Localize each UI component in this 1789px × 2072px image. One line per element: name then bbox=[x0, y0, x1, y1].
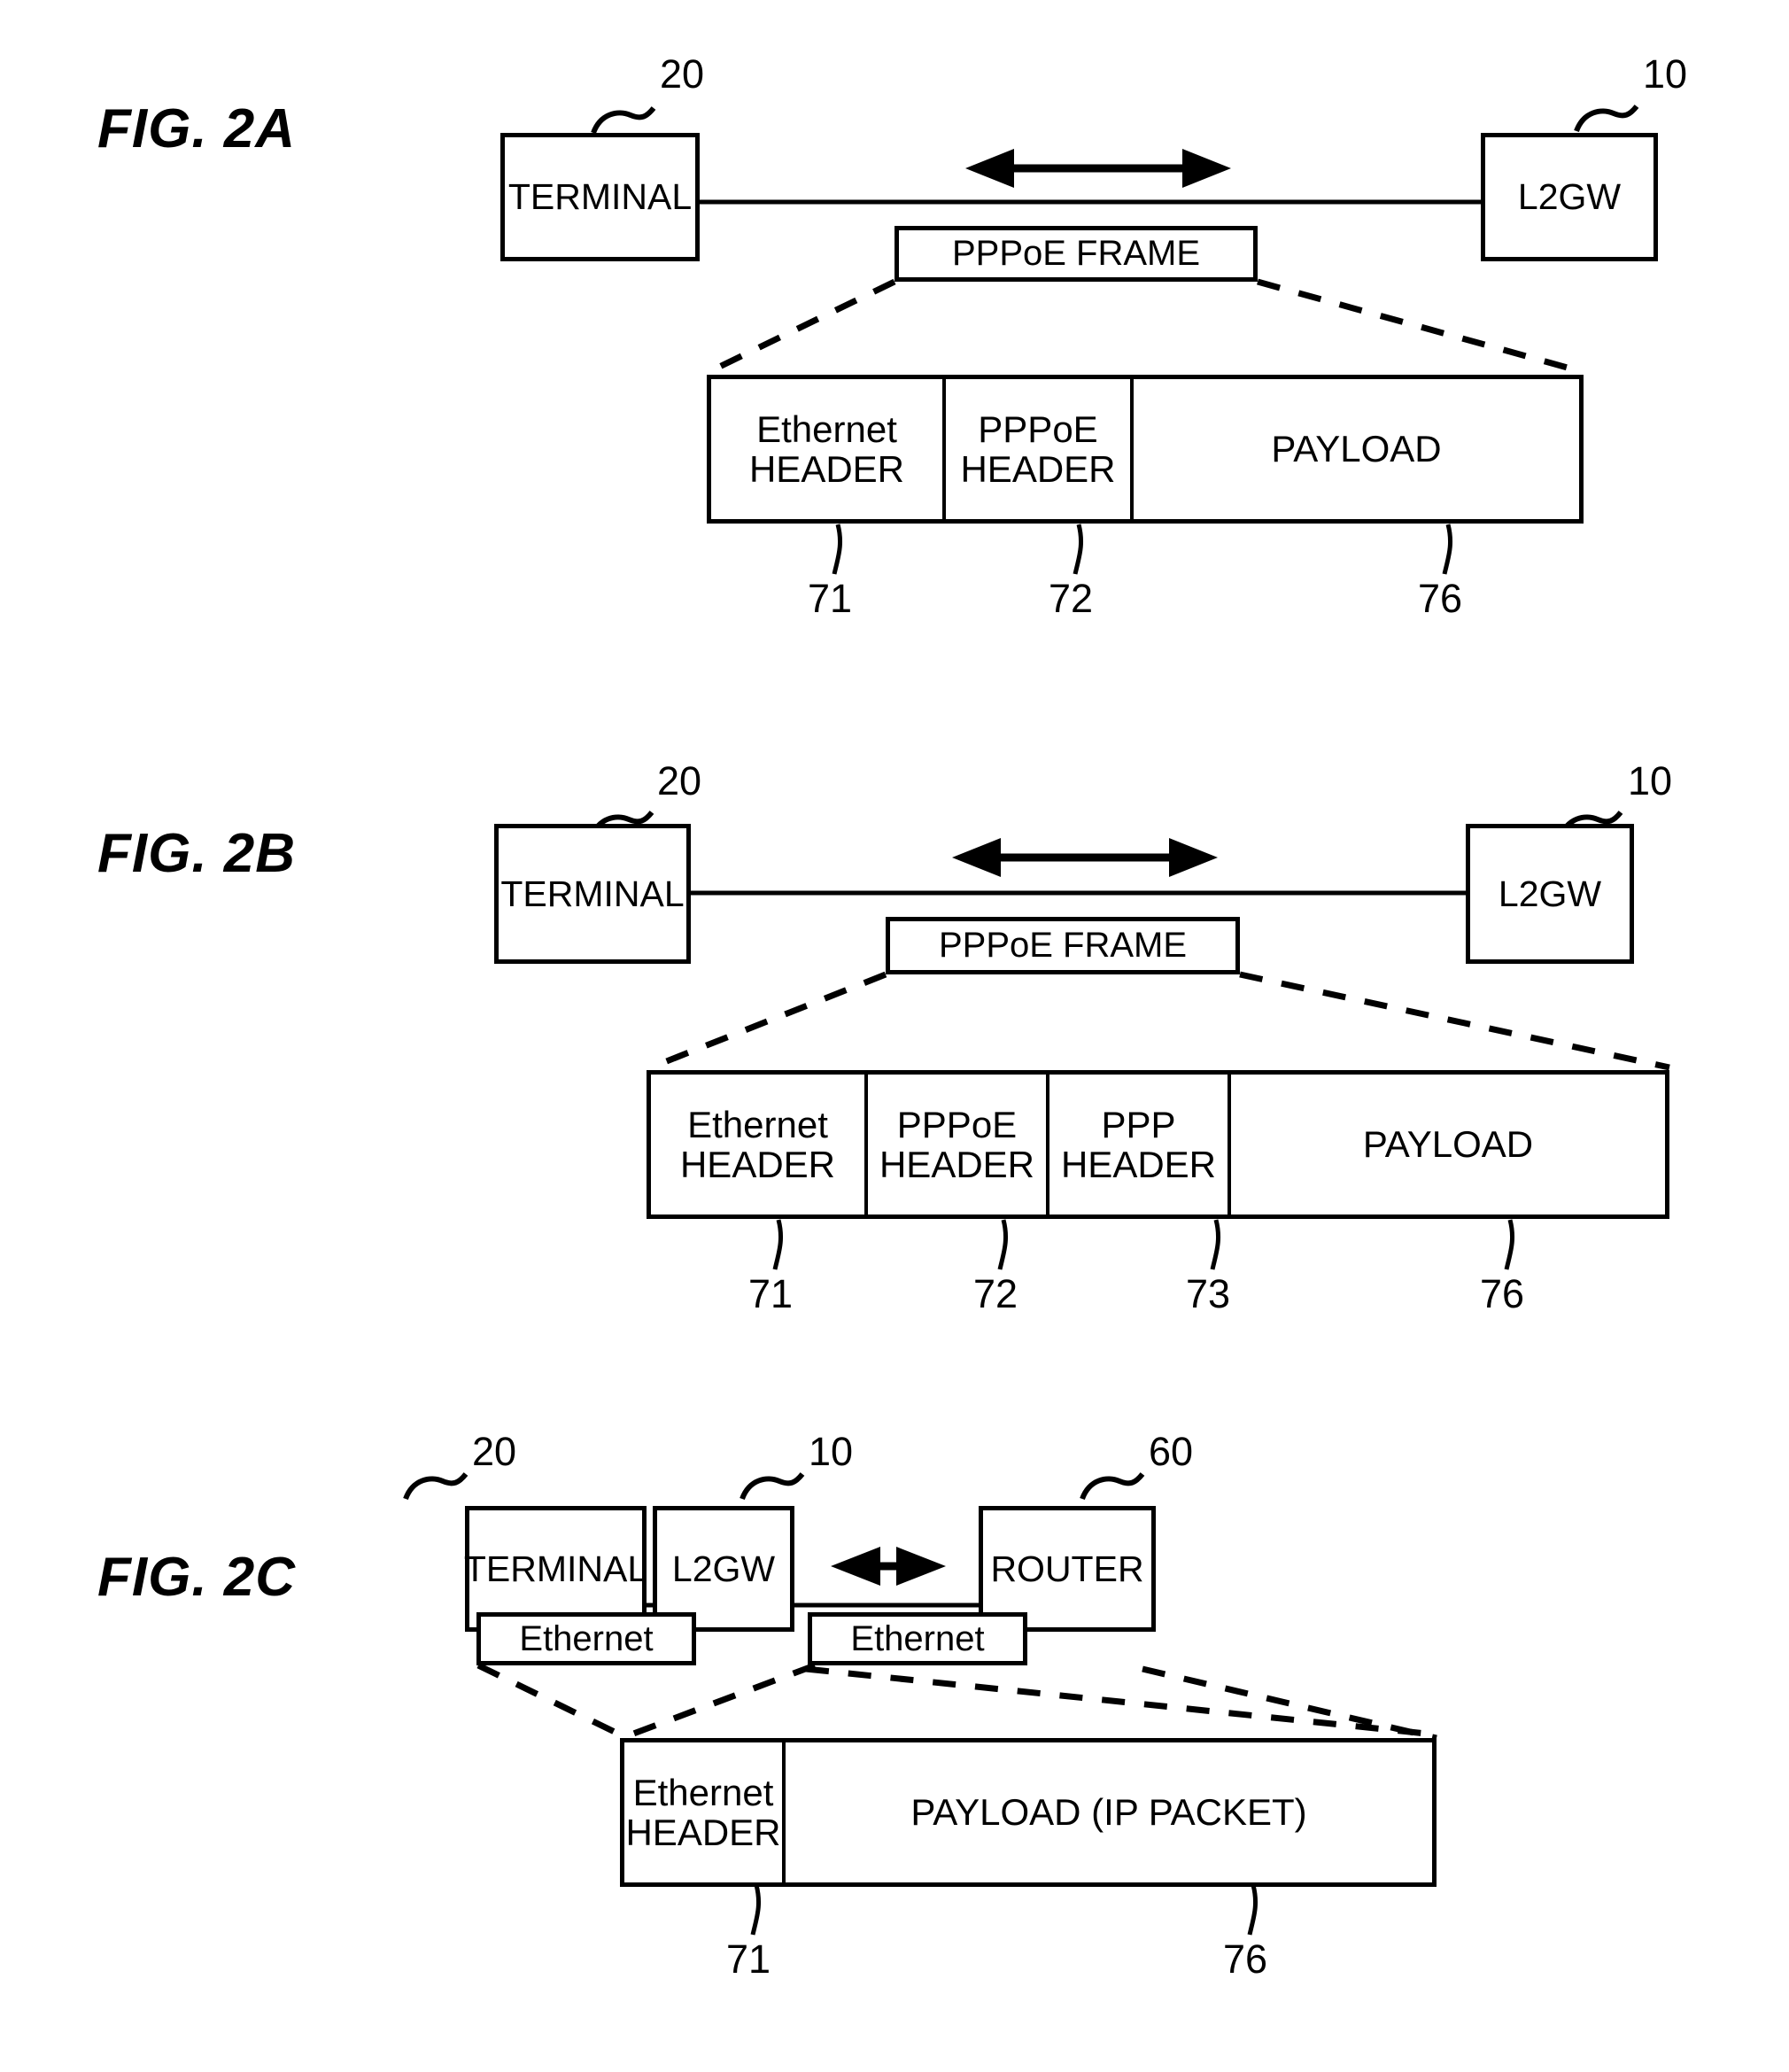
fig2a-tick-76 bbox=[1442, 524, 1452, 575]
fig2a-tick-71 bbox=[832, 524, 842, 575]
fig2a-expand-left bbox=[707, 278, 896, 376]
fig2a-ref-20: 20 bbox=[660, 51, 705, 97]
fig2a-cell0-line2: HEADER bbox=[748, 448, 905, 490]
fig2b-frame-cell-pppoe-header: PPPoE HEADER bbox=[868, 1075, 1049, 1214]
fig2b-expand-right bbox=[1239, 971, 1670, 1071]
fig2b-terminal-node: TERMINAL bbox=[494, 824, 691, 964]
patent-figure-sheet: FIG. 2A TERMINAL 20 L2GW 10 PPPoE FRAME … bbox=[0, 0, 1789, 2072]
fig2b-l2gw-node: L2GW bbox=[1466, 824, 1634, 964]
fig2c-leader-20 bbox=[403, 1472, 469, 1501]
fig2c-frame-cell-ethernet-header: Ethernet HEADER bbox=[624, 1742, 786, 1882]
fig2a-ref-72: 72 bbox=[1049, 576, 1094, 621]
fig2c-tick-76 bbox=[1247, 1884, 1258, 1936]
fig2a-frame-cell-ethernet-header: Ethernet HEADER bbox=[711, 379, 946, 519]
fig2a-terminal-label: TERMINAL bbox=[507, 176, 693, 217]
fig2a-tick-72 bbox=[1073, 524, 1083, 575]
fig2b-cell3-line1: PAYLOAD bbox=[1362, 1123, 1534, 1166]
fig2c-ref-76: 76 bbox=[1223, 1936, 1268, 1982]
fig2b-ref-72: 72 bbox=[973, 1271, 1018, 1316]
fig2b-frame-table: Ethernet HEADER PPPoE HEADER PPP HEADER … bbox=[647, 1070, 1669, 1219]
fig2a-cell0-line1: Ethernet bbox=[756, 407, 897, 450]
fig2b-frame-cell-ppp-header: PPP HEADER bbox=[1049, 1075, 1231, 1214]
figure-label-2a: FIG. 2A bbox=[97, 98, 297, 159]
fig2a-leader-20 bbox=[591, 106, 656, 135]
fig2a-frame-cell-pppoe-header: PPPoE HEADER bbox=[946, 379, 1134, 519]
fig2b-cell1-line1: PPPoE bbox=[896, 1103, 1018, 1145]
fig2b-cell1-line2: HEADER bbox=[879, 1144, 1035, 1185]
fig2b-cell0-line2: HEADER bbox=[679, 1144, 836, 1185]
fig2b-cell2-line1: PPP bbox=[1101, 1103, 1176, 1145]
fig2c-cell1-line1: PAYLOAD (IP PACKET) bbox=[910, 1791, 1307, 1834]
fig2a-frame-cell-payload: PAYLOAD bbox=[1134, 379, 1579, 519]
figure-label-2c: FIG. 2C bbox=[97, 1547, 297, 1608]
fig2c-tick-71 bbox=[750, 1884, 761, 1936]
fig2b-expand-left bbox=[649, 971, 887, 1071]
fig2c-expand-right-b bbox=[1142, 1665, 1437, 1742]
fig2c-ref-10: 10 bbox=[809, 1429, 854, 1474]
fig2b-bidirectional-arrow bbox=[952, 838, 1218, 877]
fig2a-ref-71: 71 bbox=[808, 576, 853, 621]
fig2b-cell2-line2: HEADER bbox=[1060, 1144, 1217, 1185]
fig2c-ethernet-label-right: Ethernet bbox=[850, 1618, 985, 1658]
fig2a-terminal-node: TERMINAL bbox=[500, 133, 700, 261]
fig2c-leader-60 bbox=[1080, 1472, 1145, 1501]
fig2b-ref-71: 71 bbox=[748, 1271, 794, 1316]
fig2a-cell1-line1: PPPoE bbox=[978, 407, 1098, 450]
fig2b-pppoe-frame-tag: PPPoE FRAME bbox=[886, 917, 1240, 974]
fig2c-cell0-line2: HEADER bbox=[625, 1812, 781, 1853]
fig2b-terminal-label: TERMINAL bbox=[500, 873, 685, 914]
figure-label-2b: FIG. 2B bbox=[97, 823, 297, 884]
fig2c-ethernet-label-left: Ethernet bbox=[519, 1618, 654, 1658]
fig2a-frame-table: Ethernet HEADER PPPoE HEADER PAYLOAD bbox=[707, 375, 1584, 524]
fig2a-cell1-line2: HEADER bbox=[960, 448, 1116, 490]
fig2a-l2gw-label: L2GW bbox=[1517, 176, 1622, 217]
fig2a-leader-10 bbox=[1574, 105, 1639, 133]
fig2c-ref-71: 71 bbox=[726, 1936, 771, 1982]
fig2a-bidirectional-arrow bbox=[965, 149, 1231, 188]
fig2a-expand-right bbox=[1257, 278, 1584, 376]
fig2b-frame-cell-ethernet-header: Ethernet HEADER bbox=[651, 1075, 868, 1214]
fig2b-ref-76: 76 bbox=[1480, 1271, 1525, 1316]
fig2b-cell0-line1: Ethernet bbox=[687, 1103, 828, 1145]
fig2b-pppoe-frame-label: PPPoE FRAME bbox=[938, 926, 1188, 965]
fig2c-leader-10 bbox=[740, 1472, 805, 1501]
fig2b-l2gw-label: L2GW bbox=[1498, 873, 1602, 914]
fig2c-frame-table: Ethernet HEADER PAYLOAD (IP PACKET) bbox=[620, 1738, 1437, 1887]
fig2c-frame-cell-payload: PAYLOAD (IP PACKET) bbox=[786, 1742, 1432, 1882]
fig2a-ref-10: 10 bbox=[1643, 51, 1688, 97]
fig2c-ref-20: 20 bbox=[472, 1429, 517, 1474]
fig2c-expand-left-b bbox=[620, 1662, 817, 1742]
fig2c-l2gw-label: L2GW bbox=[671, 1548, 776, 1589]
fig2b-ref-20: 20 bbox=[657, 758, 702, 803]
fig2b-tick-72 bbox=[997, 1219, 1008, 1270]
fig2a-pppoe-frame-label: PPPoE FRAME bbox=[951, 234, 1201, 273]
fig2a-ref-76: 76 bbox=[1418, 576, 1463, 621]
fig2b-tick-73 bbox=[1210, 1219, 1220, 1270]
fig2c-expand-left-a bbox=[476, 1662, 622, 1738]
fig2b-frame-cell-payload: PAYLOAD bbox=[1231, 1075, 1665, 1214]
fig2a-cell2-line1: PAYLOAD bbox=[1271, 428, 1442, 470]
fig2c-ethernet-tag-left: Ethernet bbox=[476, 1612, 696, 1665]
fig2c-expand-right-a bbox=[805, 1665, 1436, 1738]
fig2c-cell0-line1: Ethernet bbox=[632, 1771, 774, 1813]
fig2b-ref-10: 10 bbox=[1628, 758, 1673, 803]
fig2c-bidirectional-arrow-right bbox=[831, 1547, 946, 1586]
fig2a-pppoe-frame-tag: PPPoE FRAME bbox=[894, 226, 1258, 282]
fig2b-tick-71 bbox=[772, 1219, 783, 1270]
fig2c-ref-60: 60 bbox=[1149, 1429, 1194, 1474]
fig2b-ref-73: 73 bbox=[1186, 1271, 1231, 1316]
fig2b-tick-76 bbox=[1504, 1219, 1514, 1270]
fig2a-l2gw-node: L2GW bbox=[1481, 133, 1658, 261]
fig2c-ethernet-tag-right: Ethernet bbox=[808, 1612, 1027, 1665]
fig2c-router-label: ROUTER bbox=[990, 1548, 1144, 1589]
fig2c-terminal-label: TERMINAL bbox=[463, 1548, 648, 1589]
